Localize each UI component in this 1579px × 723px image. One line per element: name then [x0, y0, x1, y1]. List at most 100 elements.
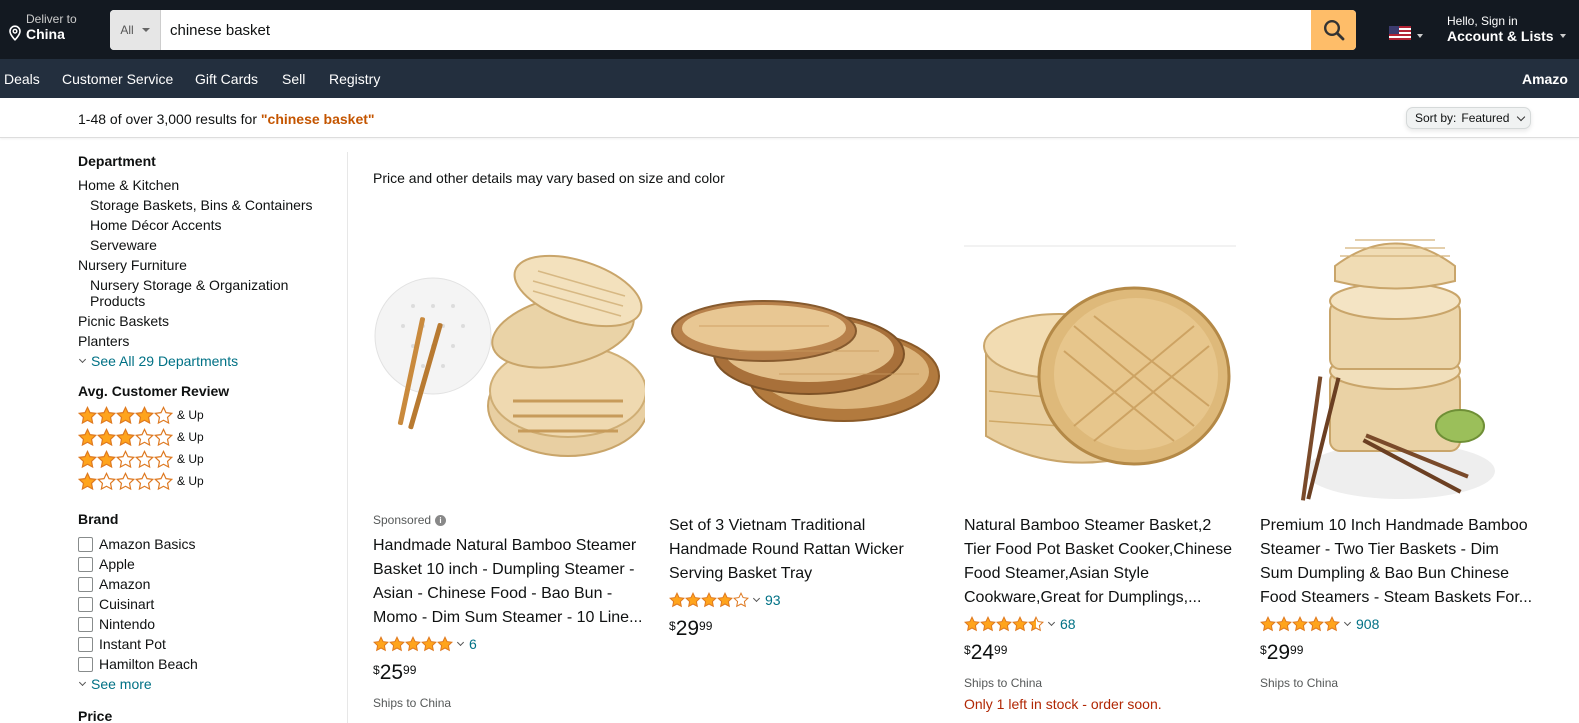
product-rating: 6 — [373, 632, 648, 656]
product-price[interactable]: $29 99 — [1260, 640, 1535, 666]
price-heading: Price — [78, 708, 113, 723]
product-image-3[interactable] — [964, 226, 1236, 502]
checkbox[interactable] — [78, 656, 93, 672]
review-filter-4-stars[interactable]: & Up — [78, 404, 338, 426]
star-icon — [154, 471, 173, 490]
and-up-label: & Up — [177, 408, 204, 422]
department-link[interactable]: Picnic Baskets — [78, 311, 338, 331]
star-icon — [154, 449, 173, 468]
review-count-link[interactable]: 68 — [1060, 616, 1076, 632]
star-icon — [78, 471, 97, 490]
sort-dropdown[interactable]: Sort by: Featured — [1406, 107, 1531, 129]
star-icon — [964, 616, 980, 632]
review-count-link[interactable]: 93 — [765, 592, 781, 608]
chevron-down-icon[interactable] — [456, 638, 465, 646]
star-icon — [1308, 616, 1324, 632]
language-selector[interactable] — [1389, 26, 1423, 40]
product-price[interactable]: $29 99 — [669, 616, 944, 642]
department-link[interactable]: Serveware — [78, 235, 338, 255]
star-icon — [980, 616, 996, 632]
product-title[interactable]: Set of 3 Vietnam Traditional Handmade Ro… — [669, 514, 944, 586]
product-title[interactable]: Handmade Natural Bamboo Steamer Basket 1… — [373, 534, 648, 630]
price-whole: 29 — [1266, 641, 1291, 664]
brand-filter-option[interactable]: Instant Pot — [78, 634, 338, 654]
search-submit-button[interactable] — [1311, 10, 1356, 50]
review-count-link[interactable]: 6 — [469, 636, 477, 652]
see-all-departments-link[interactable]: See All 29 Departments — [78, 351, 338, 371]
nav-link-deals[interactable]: Deals — [4, 71, 40, 87]
deliver-to-button[interactable]: Deliver to China — [8, 12, 77, 42]
review-filter-3-stars[interactable]: & Up — [78, 426, 338, 448]
department-link[interactable]: Planters — [78, 331, 338, 351]
product-image-1[interactable] — [373, 226, 645, 502]
price-symbol: $ — [373, 663, 380, 677]
brand-filter-option[interactable]: Hamilton Beach — [78, 654, 338, 674]
sort-value: Featured — [1461, 111, 1510, 125]
product-price[interactable]: $24 99 — [964, 640, 1239, 666]
price-whole: 29 — [675, 617, 700, 640]
brand-filter-option[interactable]: Apple — [78, 554, 338, 574]
review-filter-1-stars[interactable]: & Up — [78, 470, 338, 492]
brand-filter-option[interactable]: Nintendo — [78, 614, 338, 634]
star-rating[interactable] — [964, 616, 1044, 632]
chevron-down-icon[interactable] — [1047, 618, 1056, 626]
brand-filter-option[interactable]: Cuisinart — [78, 594, 338, 614]
star-icon — [78, 449, 97, 468]
product-title[interactable]: Natural Bamboo Steamer Basket,2 Tier Foo… — [964, 514, 1239, 610]
review-count-link[interactable]: 908 — [1356, 616, 1379, 632]
department-link[interactable]: Home & Kitchen — [78, 175, 338, 195]
checkbox[interactable] — [78, 596, 93, 612]
star-icon — [701, 592, 717, 608]
product-image-2[interactable] — [669, 226, 941, 502]
department-link[interactable]: Nursery Storage & Organization Products — [78, 275, 338, 311]
brand-label: Nintendo — [99, 616, 156, 632]
star-rating[interactable] — [373, 636, 453, 652]
nav-link-customer-service[interactable]: Customer Service — [62, 71, 173, 87]
checkbox[interactable] — [78, 536, 93, 552]
brand-filter-option[interactable]: Amazon Basics — [78, 534, 338, 554]
chevron-down-icon[interactable] — [752, 594, 761, 602]
brand-filter-list: Amazon Basics Apple Amazon Cuisinart Nintend… — [78, 534, 338, 674]
star-icon — [996, 616, 1012, 632]
search-category-select[interactable]: All — [110, 10, 161, 50]
product-image-4[interactable] — [1260, 226, 1532, 502]
product-card-3: Natural Bamboo Steamer Basket,2 Tier Foo… — [964, 226, 1239, 712]
shipping-info: Ships to China — [964, 676, 1043, 690]
star-icon — [437, 636, 453, 652]
search-input[interactable] — [161, 10, 1311, 50]
nav-link-amazon-promo[interactable]: Amazo — [1522, 71, 1568, 87]
caret-down-icon — [141, 28, 150, 32]
star-icon — [405, 636, 421, 652]
sponsored-label[interactable]: Sponsored i — [373, 512, 648, 528]
stock-warning: Only 1 left in stock - order soon. — [964, 696, 1162, 712]
brand-filter-option[interactable]: Amazon — [78, 574, 338, 594]
chevron-down-icon[interactable] — [1343, 618, 1352, 626]
department-link[interactable]: Nursery Furniture — [78, 255, 338, 275]
search-category-label: All — [120, 23, 134, 37]
see-more-brands-link[interactable]: See more — [78, 674, 338, 694]
star-rating[interactable] — [1260, 616, 1340, 632]
review-filter-2-stars[interactable]: & Up — [78, 448, 338, 470]
nav-link-gift-cards[interactable]: Gift Cards — [195, 71, 258, 87]
checkbox[interactable] — [78, 556, 93, 572]
star-icon — [669, 592, 685, 608]
product-price[interactable]: $25 99 — [373, 660, 648, 686]
department-link[interactable]: Home Décor Accents — [78, 215, 338, 235]
nav-link-registry[interactable]: Registry — [329, 71, 380, 87]
checkbox[interactable] — [78, 636, 93, 652]
checkbox[interactable] — [78, 576, 93, 592]
deliver-location: China — [26, 26, 65, 42]
account-menu[interactable]: Hello, Sign in Account & Lists — [1447, 14, 1566, 44]
price-fraction: 99 — [994, 643, 1008, 657]
location-pin-icon — [9, 25, 21, 41]
shipping-info: Ships to China — [373, 696, 452, 710]
nav-link-sell[interactable]: Sell — [282, 71, 305, 87]
star-icon — [1260, 616, 1276, 632]
checkbox[interactable] — [78, 616, 93, 632]
star-icon — [116, 427, 135, 446]
product-card-2: Set of 3 Vietnam Traditional Handmade Ro… — [669, 226, 944, 642]
see-all-departments-label: See All 29 Departments — [91, 353, 239, 369]
product-title[interactable]: Premium 10 Inch Handmade Bamboo Steamer … — [1260, 514, 1535, 610]
department-link[interactable]: Storage Baskets, Bins & Containers — [78, 195, 338, 215]
star-rating[interactable] — [669, 592, 749, 608]
